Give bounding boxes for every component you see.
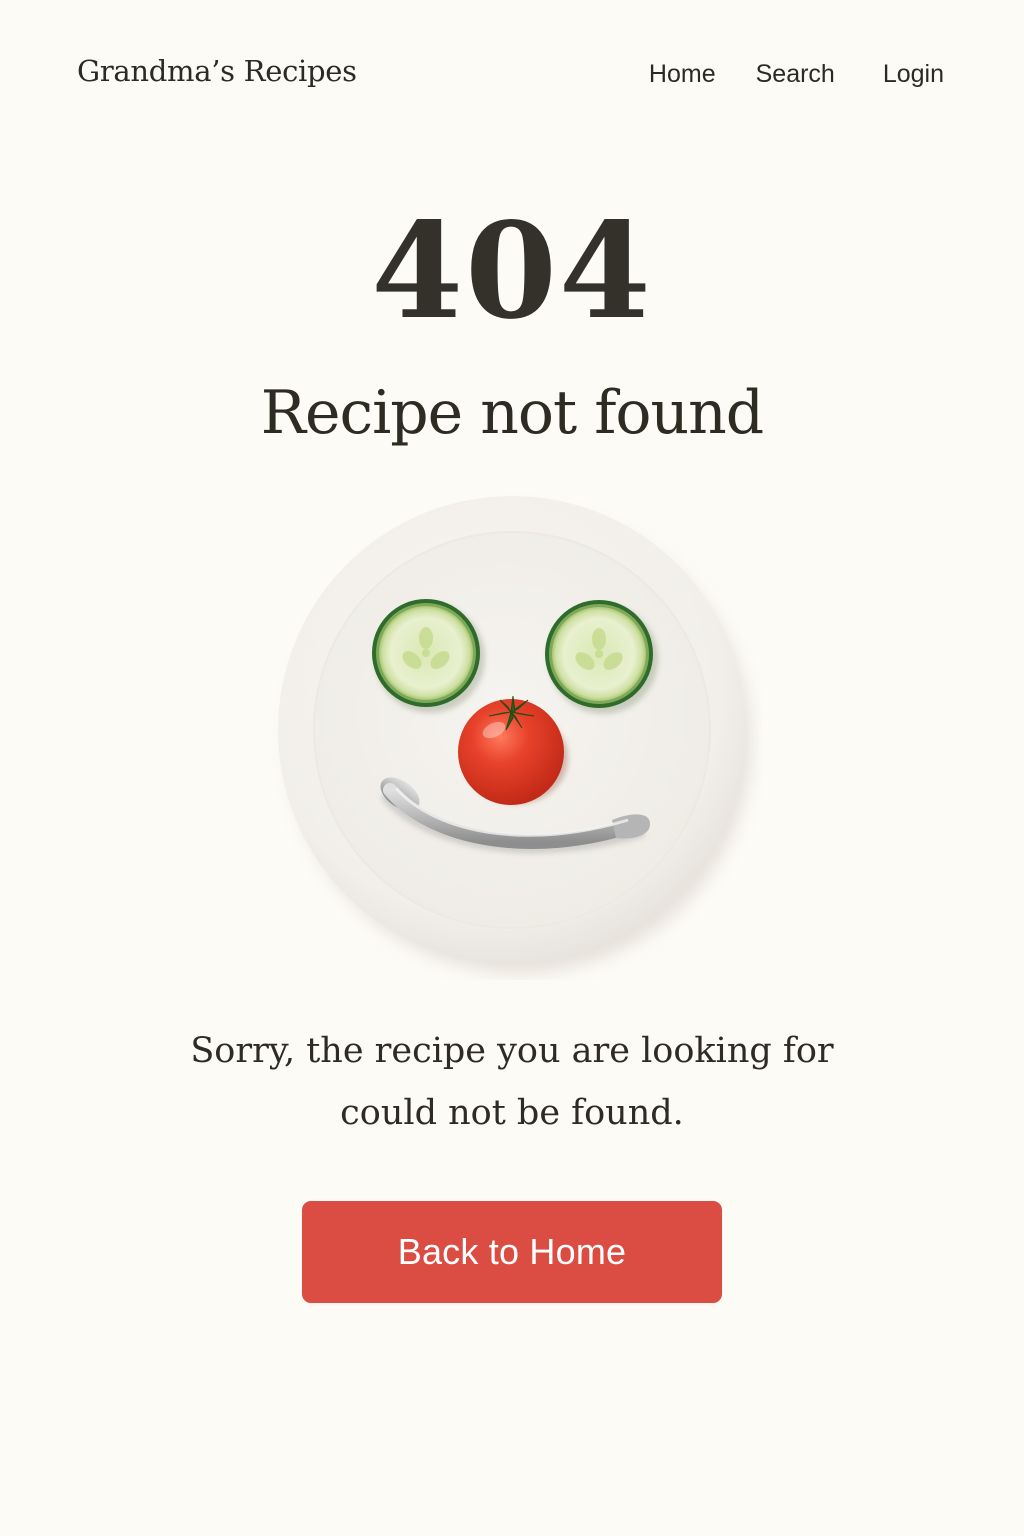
plate-smiley-illustration: [272, 490, 762, 980]
error-message-line-1: Sorry, the recipe you are looking for: [190, 1031, 834, 1071]
error-page: Grandma’s Recipes Home Search Login 404 …: [0, 0, 1024, 1536]
site-logo-text[interactable]: Grandma’s Recipes: [77, 54, 357, 88]
error-code: 404: [371, 194, 653, 349]
error-message: Sorry, the recipe you are looking for co…: [162, 1020, 862, 1144]
nav-search-link[interactable]: Search: [756, 60, 835, 89]
main-nav: Home Search Login: [649, 60, 944, 89]
error-message-line-2: could not be found.: [340, 1093, 684, 1133]
error-title: Recipe not found: [260, 378, 764, 448]
plate-illustration-svg: [278, 496, 752, 974]
nav-home-link[interactable]: Home: [649, 60, 716, 89]
site-header: Grandma’s Recipes Home Search Login: [0, 0, 1024, 150]
nav-login-link[interactable]: Login: [883, 60, 944, 89]
back-to-home-button[interactable]: Back to Home: [302, 1201, 722, 1303]
